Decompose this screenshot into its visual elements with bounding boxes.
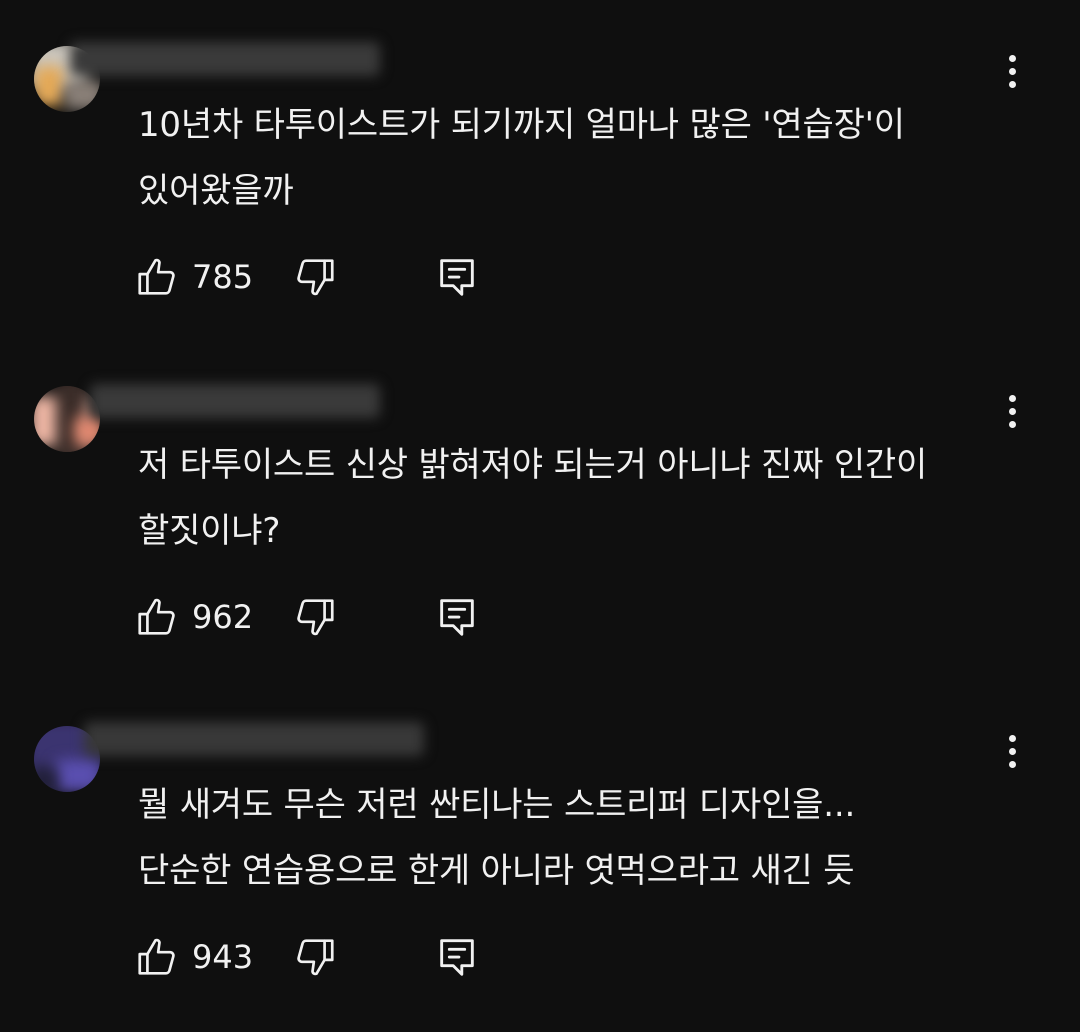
like-button[interactable] [134, 254, 184, 300]
thumbs-up-icon [138, 258, 175, 295]
more-options-button[interactable] [996, 52, 1030, 92]
thumbs-down-icon [297, 939, 334, 976]
like-count: 943 [192, 938, 254, 976]
comment-item: 10년차 타투이스트가 되기까지 얼마나 많은 '연습장'이 있어왔을까 785 [0, 0, 1080, 340]
comment-text: 저 타투이스트 신상 밝혀져야 되는거 아니냐 진짜 인간이 할짓이냐? [138, 432, 1018, 564]
reply-button[interactable] [434, 934, 480, 980]
comment-item: 뭘 새겨도 무슨 저런 싼티나는 스트리퍼 디자인을... 단순한 연습용으로 … [0, 680, 1080, 1020]
author-name-redacted[interactable] [84, 722, 424, 756]
reply-comment-icon [440, 259, 474, 296]
like-button[interactable] [134, 934, 184, 980]
thumbs-down-icon [297, 259, 334, 296]
dislike-button[interactable] [292, 934, 342, 980]
reply-button[interactable] [434, 254, 480, 300]
dislike-button[interactable] [292, 254, 342, 300]
action-bar: 962 [134, 594, 494, 640]
action-bar: 785 [134, 254, 494, 300]
comment-line: 단순한 연습용으로 한게 아니라 엿먹으라고 새긴 듯 [138, 851, 855, 891]
like-count: 785 [192, 258, 254, 296]
action-bar: 943 [134, 934, 494, 980]
thumbs-up-icon [138, 598, 175, 635]
like-button[interactable] [134, 594, 184, 640]
comment-line: 할짓이냐? [138, 511, 281, 551]
comment-line: 저 타투이스트 신상 밝혀져야 되는거 아니냐 진짜 인간이 [138, 445, 928, 485]
like-count: 962 [192, 598, 254, 636]
more-options-button[interactable] [996, 392, 1030, 432]
thumbs-up-icon [138, 938, 175, 975]
reply-button[interactable] [434, 594, 480, 640]
dislike-button[interactable] [292, 594, 342, 640]
comment-line: 10년차 타투이스트가 되기까지 얼마나 많은 '연습장'이 [138, 105, 905, 145]
reply-comment-icon [440, 939, 474, 976]
author-name-redacted[interactable] [90, 384, 380, 418]
thumbs-down-icon [297, 599, 334, 636]
comment-line: 뭘 새겨도 무슨 저런 싼티나는 스트리퍼 디자인을... [138, 785, 856, 825]
more-options-button[interactable] [996, 732, 1030, 772]
comment-text: 뭘 새겨도 무슨 저런 싼티나는 스트리퍼 디자인을... 단순한 연습용으로 … [138, 772, 1018, 904]
reply-comment-icon [440, 599, 474, 636]
comment-line: 있어왔을까 [138, 171, 294, 211]
author-name-redacted[interactable] [70, 42, 380, 76]
comment-text: 10년차 타투이스트가 되기까지 얼마나 많은 '연습장'이 있어왔을까 [138, 92, 1018, 224]
comment-item: 저 타투이스트 신상 밝혀져야 되는거 아니냐 진짜 인간이 할짓이냐? 962 [0, 340, 1080, 680]
